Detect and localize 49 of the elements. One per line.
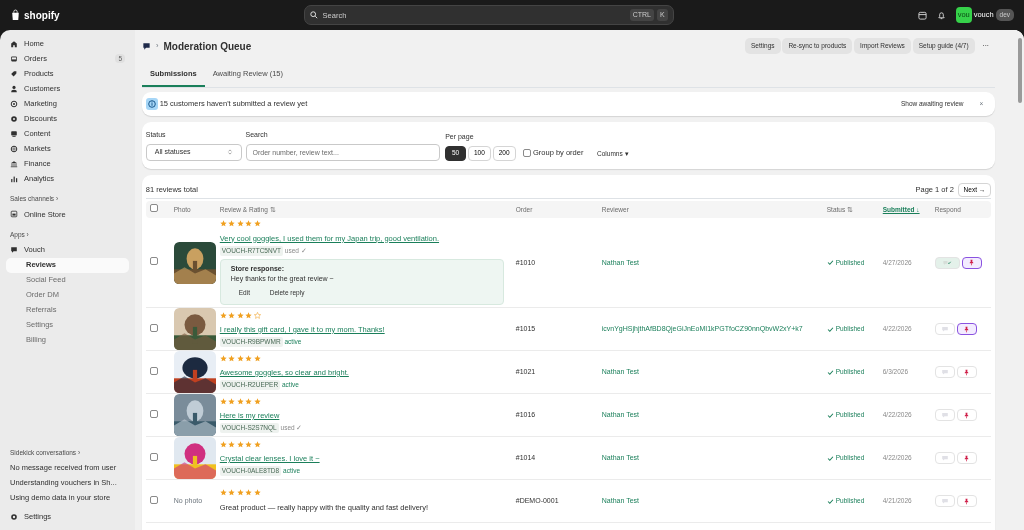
pin-icon (963, 411, 971, 419)
check-icon (826, 325, 834, 333)
check-icon (826, 497, 834, 505)
target-icon (10, 99, 18, 108)
shopping-bag-icon (10, 9, 21, 21)
speech-bubble-icon (940, 368, 949, 377)
pin-icon (963, 454, 971, 462)
chat-icon (142, 41, 151, 51)
bank-icon (10, 159, 18, 168)
pin-button[interactable] (956, 323, 977, 336)
speech-bubble-icon (940, 325, 949, 334)
search-icon (309, 11, 318, 19)
info-icon (145, 97, 158, 110)
logo-text: shopify (24, 8, 60, 23)
storefront-icon (10, 210, 18, 219)
badge-icon (10, 114, 18, 123)
pin-icon (968, 259, 976, 267)
checkbox[interactable] (149, 323, 158, 332)
bell-icon[interactable] (936, 10, 946, 20)
checkbox[interactable] (149, 204, 158, 213)
person-icon (10, 84, 18, 93)
checkbox[interactable] (149, 366, 158, 375)
tray-icon (10, 54, 18, 63)
checkbox[interactable] (149, 409, 158, 418)
chat-icon (10, 246, 18, 254)
speech-bubble-icon (940, 411, 949, 420)
pin-icon (963, 497, 971, 505)
chevron-updown-icon (226, 148, 233, 156)
bar-chart-icon (10, 174, 18, 183)
checkbox[interactable] (149, 495, 158, 504)
check-icon (826, 411, 834, 419)
monitor-icon (10, 129, 18, 138)
house-icon (10, 39, 18, 48)
check-icon (826, 368, 834, 376)
checkbox[interactable] (523, 149, 532, 157)
pin-button[interactable] (961, 256, 982, 269)
page-title: Moderation Queue (163, 39, 252, 54)
check-icon (826, 259, 834, 267)
check-icon (826, 454, 834, 462)
store-icon[interactable] (917, 10, 927, 20)
tag-icon (10, 69, 18, 78)
speech-bubble-icon (940, 497, 949, 506)
pin-icon (963, 368, 971, 376)
gear-icon (10, 512, 18, 521)
pin-icon (963, 325, 971, 333)
globe-icon (10, 144, 18, 153)
checkbox[interactable] (149, 452, 158, 461)
checkbox[interactable] (149, 257, 158, 265)
speech-bubble-icon (940, 454, 949, 463)
